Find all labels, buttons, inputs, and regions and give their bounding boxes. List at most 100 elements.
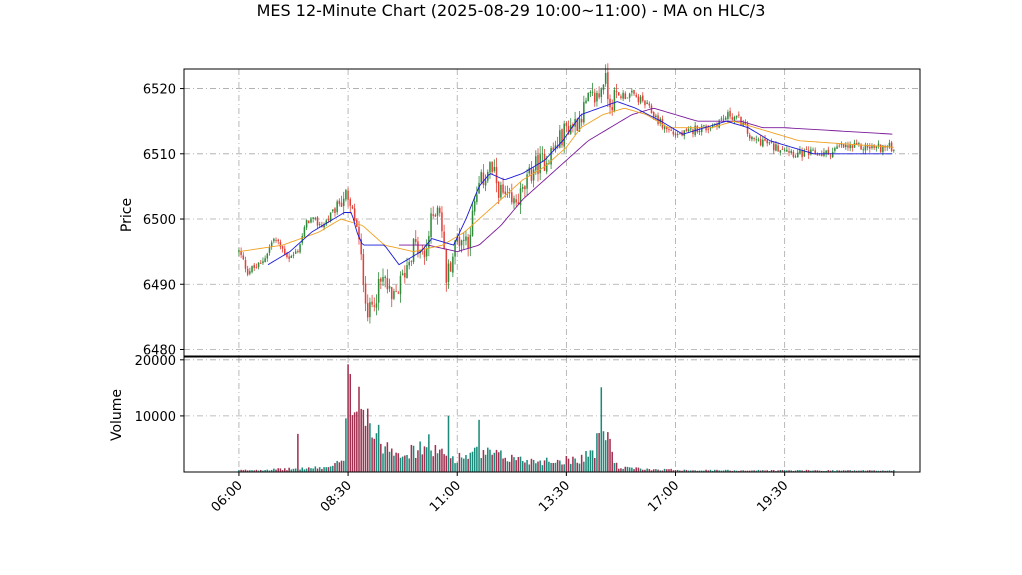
volume-bar <box>463 458 465 472</box>
candle-down <box>458 236 461 247</box>
candle-down <box>731 117 734 120</box>
volume-bar <box>432 456 434 472</box>
candle-down <box>441 212 443 232</box>
candle-up <box>473 201 476 212</box>
volume-bar <box>434 445 437 472</box>
volume-bar <box>580 454 583 472</box>
price-panel-frame <box>184 69 920 356</box>
candle-down <box>672 131 675 135</box>
candle-down <box>679 133 681 135</box>
candle-up <box>751 136 753 140</box>
candle-up <box>266 253 269 259</box>
volume-bar <box>338 462 341 472</box>
candle-down <box>423 250 426 258</box>
volume-bar <box>541 465 544 472</box>
volume-bar <box>428 434 430 472</box>
volume-bar <box>460 457 463 472</box>
volume-bar <box>502 458 504 472</box>
volume-bar <box>473 447 476 472</box>
candle-up <box>268 246 271 253</box>
candlestick-chart: MES 12-Minute Chart (2025-08-29 10:00~11… <box>109 1 921 515</box>
candle-up <box>718 120 720 128</box>
candle-up <box>810 149 812 155</box>
volume-bar <box>613 463 616 472</box>
volume-bar <box>576 462 579 472</box>
candle-down <box>410 261 413 262</box>
volume-bar <box>305 468 308 472</box>
candle-down <box>524 186 526 190</box>
candle-down <box>753 137 755 140</box>
candle-down <box>495 167 498 184</box>
volume-bar <box>284 468 286 472</box>
candle-up <box>500 184 502 198</box>
candle-up <box>628 93 631 98</box>
volume-bar <box>430 450 432 472</box>
candle-up <box>292 254 295 256</box>
candle-up <box>840 144 843 146</box>
volume-bar <box>347 364 349 472</box>
volume-bar <box>631 467 633 472</box>
candle-up <box>318 224 321 225</box>
candle-down <box>340 202 343 207</box>
candle-up <box>305 219 308 228</box>
candle-down <box>565 122 568 126</box>
candle-up <box>622 92 624 99</box>
candle-down <box>397 292 400 294</box>
candle-up <box>369 302 371 318</box>
volume-bar <box>628 467 631 472</box>
candle-up <box>790 150 792 153</box>
volume-bar <box>515 460 517 472</box>
candle-up <box>755 139 758 141</box>
volume-bar <box>578 463 581 472</box>
candle-down <box>781 149 784 151</box>
candle-up <box>375 303 378 308</box>
candle-down <box>504 191 507 194</box>
volume-bar <box>482 450 485 472</box>
candle-down <box>246 268 249 275</box>
volume-bar <box>637 467 640 472</box>
candle-down <box>491 161 493 173</box>
volume-bar <box>406 454 408 472</box>
candle-down <box>242 255 245 260</box>
candle-down <box>253 264 255 268</box>
volume-bar <box>404 455 406 472</box>
candle-up <box>342 198 345 206</box>
volume-bar <box>556 459 559 472</box>
volume-tick-label: 10000 <box>135 410 176 425</box>
candle-up <box>447 263 450 282</box>
volume-bar <box>329 466 332 472</box>
candle-up <box>690 128 692 130</box>
candle-down <box>449 262 452 272</box>
candle-down <box>395 290 397 292</box>
candle-down <box>851 145 854 148</box>
volume-bar <box>397 453 400 472</box>
candle-down <box>362 254 365 285</box>
candle-up <box>460 240 463 246</box>
candle-down <box>334 208 336 213</box>
candle-up <box>849 144 851 149</box>
candle-down <box>637 96 640 103</box>
volume-bar <box>417 450 419 472</box>
volume-bar <box>539 460 541 472</box>
candle-up <box>465 236 467 241</box>
volume-bar <box>356 411 358 472</box>
candle-down <box>297 251 299 253</box>
candle-up <box>264 258 266 263</box>
volume-bar <box>436 453 439 472</box>
candle-down <box>327 219 330 221</box>
candle-down <box>847 145 849 148</box>
volume-bar <box>565 455 568 472</box>
volume-bar <box>401 456 404 472</box>
candle-up <box>683 130 686 136</box>
candle-up <box>626 97 629 99</box>
candle-up <box>382 277 384 282</box>
candle-down <box>255 266 258 268</box>
candle-down <box>371 301 373 305</box>
candle-up <box>393 291 395 299</box>
candle-up <box>786 149 788 152</box>
candle-down <box>652 111 655 118</box>
volume-bar <box>351 415 354 472</box>
volume-bar <box>563 464 565 472</box>
candle-up <box>709 128 712 130</box>
volume-bar <box>408 458 410 472</box>
